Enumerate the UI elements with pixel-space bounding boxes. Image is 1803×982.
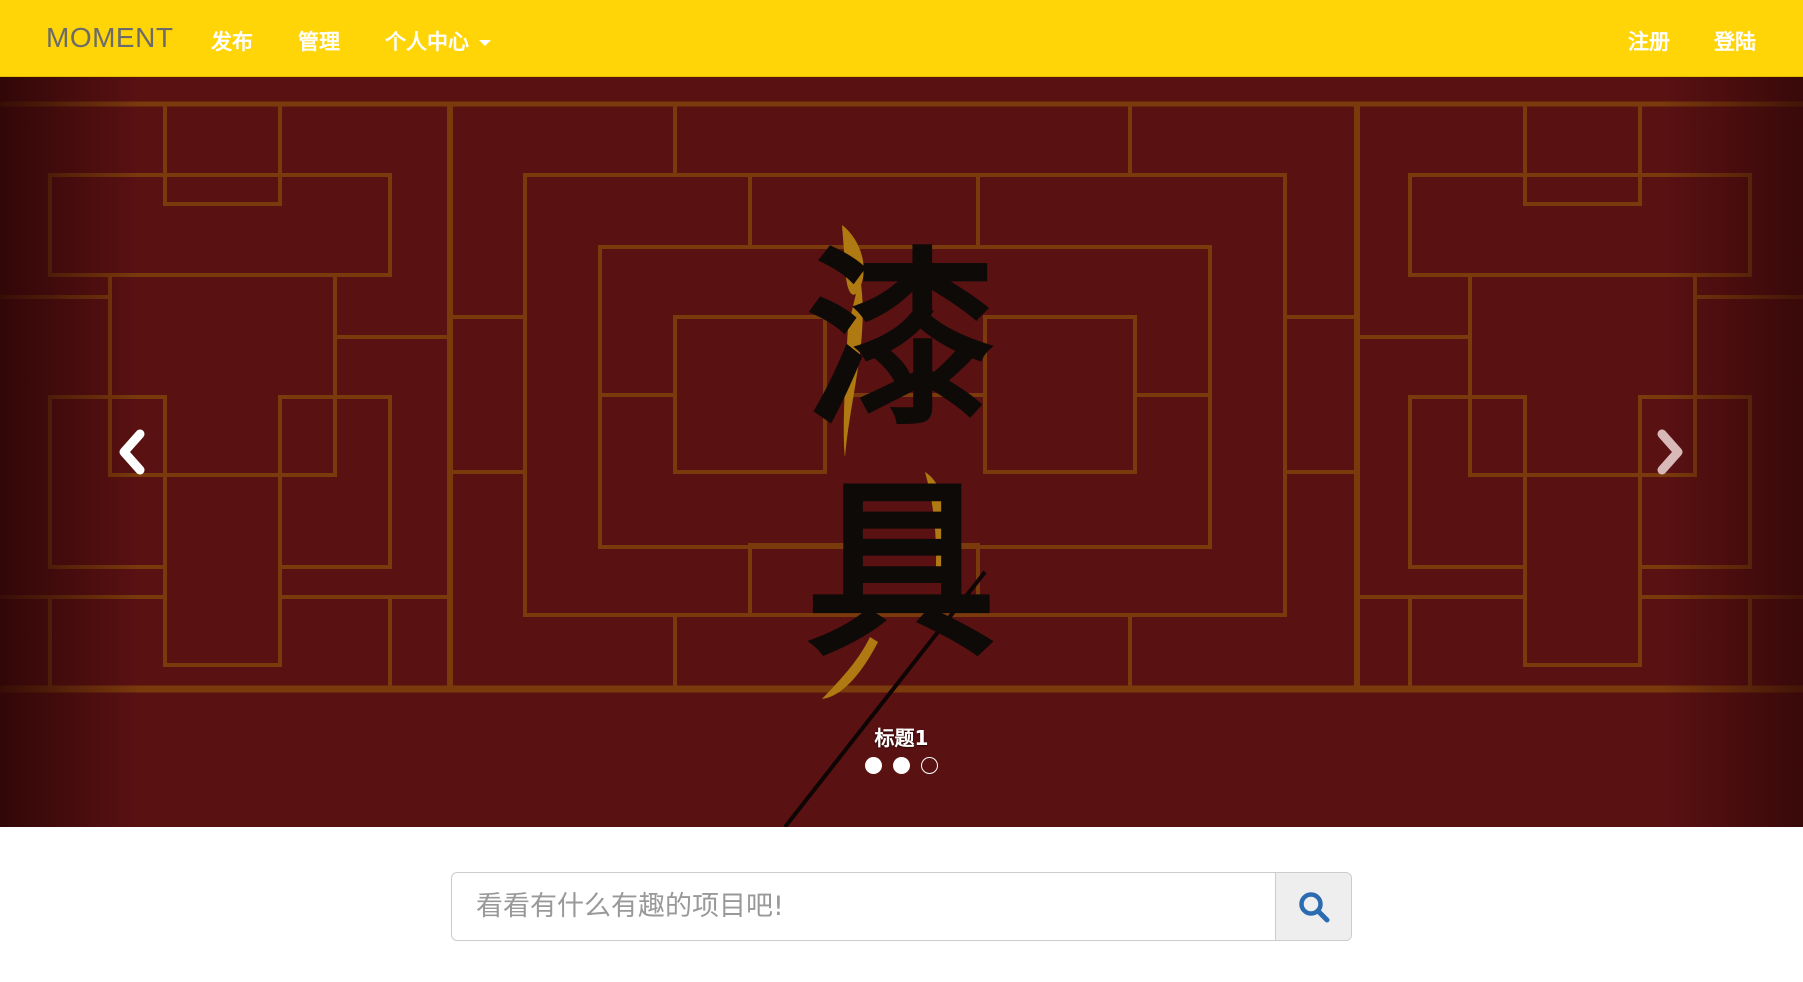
page: MOMENT 发布 管理 个人中心 注册 登陆 漆 具 标题1 看看有什么有趣的… bbox=[0, 0, 1803, 982]
search-icon bbox=[1298, 891, 1329, 922]
carousel-indicator-2[interactable] bbox=[893, 757, 910, 774]
carousel-indicators bbox=[0, 755, 1803, 774]
nav-login[interactable]: 登陆 bbox=[1714, 26, 1756, 56]
search-bar bbox=[451, 872, 1352, 941]
carousel-prev-button[interactable] bbox=[102, 422, 162, 482]
search-input[interactable] bbox=[452, 873, 1275, 940]
chevron-right-icon bbox=[1657, 429, 1683, 475]
nav-personal-center-label: 个人中心 bbox=[385, 30, 469, 54]
carousel-caption: 标题1 bbox=[874, 726, 929, 750]
top-navbar: MOMENT 发布 管理 个人中心 注册 登陆 bbox=[0, 0, 1803, 77]
carousel-indicator-3[interactable] bbox=[921, 757, 939, 774]
chevron-left-icon bbox=[119, 429, 145, 475]
artwork-char-2: 具 bbox=[806, 459, 996, 682]
artwork-char-1: 漆 bbox=[806, 229, 996, 452]
search-button[interactable] bbox=[1275, 873, 1351, 940]
carousel-indicator-1[interactable] bbox=[864, 757, 882, 774]
carousel-next-button[interactable] bbox=[1640, 422, 1700, 482]
carousel-slide-image: 漆 具 bbox=[0, 77, 1803, 827]
calligraphy-artwork: 漆 具 bbox=[806, 225, 996, 699]
hero-carousel: 漆 具 标题1 bbox=[0, 77, 1803, 827]
nav-register[interactable]: 注册 bbox=[1628, 26, 1670, 56]
brand-logo[interactable]: MOMENT bbox=[46, 22, 173, 54]
nav-personal-center-dropdown[interactable]: 个人中心 bbox=[385, 26, 491, 56]
nav-manage[interactable]: 管理 bbox=[298, 26, 340, 56]
nav-publish[interactable]: 发布 bbox=[211, 26, 253, 56]
caret-down-icon bbox=[479, 40, 491, 46]
